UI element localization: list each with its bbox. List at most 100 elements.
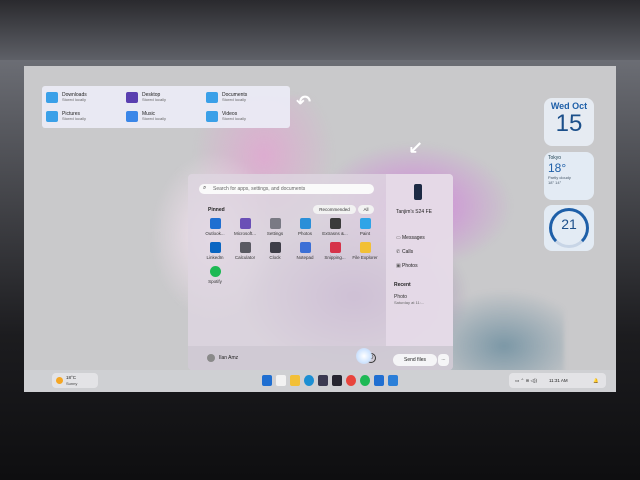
chrome-taskbar-icon[interactable] — [346, 375, 356, 386]
calendar-widget[interactable]: Wed Oct 15 — [544, 98, 594, 146]
app-label: LinkedIn — [206, 255, 224, 260]
avatar[interactable] — [207, 354, 215, 362]
folder-downloads[interactable]: Downloads Stored locally — [46, 88, 126, 107]
search-taskbar-icon[interactable] — [276, 375, 286, 386]
snipping-tool-icon — [329, 242, 341, 253]
pinned-app-microsoft-store[interactable]: Microsoft... — [230, 218, 260, 236]
spotify-icon — [209, 266, 221, 277]
app-label: Extrasns &... — [322, 231, 348, 236]
documents-folder-icon — [206, 92, 218, 103]
send-files-button[interactable]: Send files — [393, 354, 437, 366]
edge-taskbar-icon[interactable] — [304, 375, 314, 386]
app-label: Outlook... — [205, 231, 225, 236]
phone-link-label: Messages — [402, 235, 425, 241]
phone-link-taskbar-icon[interactable] — [388, 375, 398, 386]
phone-icon — [414, 184, 422, 200]
paint-icon — [359, 218, 371, 229]
folder-desktop[interactable]: Desktop Stored locally — [126, 88, 206, 107]
folder-music[interactable]: Music Stored locally — [126, 107, 206, 126]
store-taskbar-icon[interactable] — [318, 375, 328, 386]
recommended-button[interactable]: Recommended — [313, 205, 356, 214]
taskbar-weather[interactable]: 18°C Sunny — [52, 373, 98, 388]
all-apps-button[interactable]: All — [358, 205, 374, 214]
spotify-taskbar-icon[interactable] — [360, 375, 370, 386]
pictures-folder-icon — [46, 111, 58, 122]
system-tray[interactable]: ▭ ⌃ ⊜ ◁)) 11:31 AM 🔔 — [509, 373, 606, 388]
linkedin-icon — [209, 242, 221, 253]
app-label: Notepad — [296, 255, 314, 260]
terminal-taskbar-icon[interactable] — [332, 375, 342, 386]
pinned-app-outlook[interactable]: Outlook... — [200, 218, 230, 236]
app-label: Calculator — [234, 255, 256, 260]
clock-icon — [269, 242, 281, 253]
phone-link-panel: Tanjim's S24 FE ▭Messages ✆ Calls ▣Photos… — [386, 174, 453, 346]
taskbar-clock[interactable]: 11:31 AM — [549, 373, 568, 388]
videos-folder-icon — [206, 111, 218, 122]
file-explorer-quick-access: Downloads Stored locally Desktop Stored lo… — [42, 86, 290, 128]
pinned-app-linkedin[interactable]: LinkedIn — [200, 242, 230, 260]
folder-location: Stored locally — [222, 97, 247, 102]
pinned-app-settings[interactable]: Settings — [260, 218, 290, 236]
outlook-taskbar-icon[interactable] — [374, 375, 384, 386]
folder-videos[interactable]: Videos Stored locally — [206, 107, 286, 126]
pinned-app-clock[interactable]: Clock — [260, 242, 290, 260]
clock-widget-value: 21 — [561, 216, 577, 232]
app-label: Clock — [269, 255, 281, 260]
phone-link-label: Calls — [402, 249, 414, 255]
file-explorer-icon — [359, 242, 371, 253]
taskbar-weather-temp: 18°C — [66, 375, 77, 380]
screen-top-band — [0, 0, 640, 60]
file-explorer-taskbar-icon[interactable] — [290, 375, 300, 386]
user-name[interactable]: Ilan Amz — [219, 355, 238, 361]
outlook-icon — [209, 218, 221, 229]
phone-name: Tanjim's S24 FE — [396, 209, 432, 215]
pinned-app-notepad[interactable]: Notepad — [290, 242, 320, 260]
weather-widget[interactable]: Tokyo 18° Partly cloudy 18° 14° — [544, 152, 594, 200]
recent-photo-item[interactable]: Photo Saturday at 11:... — [394, 294, 424, 305]
recent-item-date: Saturday at 11:... — [394, 300, 425, 305]
sun-icon — [56, 377, 63, 384]
pinned-app-paint[interactable]: Paint — [350, 218, 380, 236]
pinned-app-file-explorer[interactable]: File Explorer — [350, 242, 380, 260]
pinned-title: Pinned — [208, 207, 225, 213]
more-options-button[interactable]: ... — [438, 354, 449, 366]
calendar-day: 15 — [555, 110, 583, 137]
photos-icon — [299, 218, 311, 229]
tray-status-icons: ▭ ⌃ ⊜ ◁)) — [515, 378, 538, 383]
pinned-app-snipping-tool[interactable]: Snipping... — [320, 242, 350, 260]
folder-location: Stored locally — [62, 97, 87, 102]
app-label: File Explorer — [352, 255, 378, 260]
downloads-folder-icon — [46, 92, 58, 103]
phone-link-calls[interactable]: ✆ Calls — [396, 249, 413, 255]
phone-link-photos[interactable]: ▣Photos — [396, 263, 418, 269]
copilot-glow-button[interactable] — [356, 348, 372, 364]
notification-bell-icon[interactable]: 🔔 — [593, 373, 599, 388]
app-label: Spotify — [208, 279, 222, 284]
extensions-icon — [329, 218, 341, 229]
weather-temperature: 18° — [548, 161, 567, 175]
phone-link-messages[interactable]: ▭Messages — [396, 235, 425, 241]
microsoft-store-icon — [239, 218, 251, 229]
app-label: Snipping... — [324, 255, 346, 260]
search-placeholder: Search for apps, settings, and documents — [213, 186, 306, 192]
folder-pictures[interactable]: Pictures Stored locally — [46, 107, 126, 126]
app-label: Microsoft... — [233, 231, 256, 236]
recent-title: Recent — [394, 282, 411, 288]
start-menu-main: ⌕ Search for apps, settings, and documen… — [188, 174, 386, 370]
clock-widget[interactable]: 21 — [544, 205, 594, 251]
app-label: Settings — [266, 231, 284, 236]
pinned-app-spotify[interactable]: Spotify — [200, 266, 230, 284]
desktop-folder-icon — [126, 92, 138, 103]
pinned-app-extensions[interactable]: Extrasns &... — [320, 218, 350, 236]
folder-location: Stored locally — [142, 97, 167, 102]
folder-documents[interactable]: Documents Stored locally — [206, 88, 286, 107]
pinned-app-calculator[interactable]: Calculator — [230, 242, 260, 260]
folder-location: Stored locally — [142, 116, 167, 121]
taskbar-weather-condition: Sunny — [66, 381, 78, 386]
settings-gear-icon — [269, 218, 281, 229]
pinned-apps-grid: Outlook... Microsoft... Settings Photos … — [200, 218, 380, 284]
pinned-app-photos[interactable]: Photos — [290, 218, 320, 236]
taskbar-pinned-icons — [262, 375, 398, 386]
start-search-input[interactable]: ⌕ Search for apps, settings, and documen… — [199, 184, 374, 194]
windows-start-icon[interactable] — [262, 375, 272, 386]
